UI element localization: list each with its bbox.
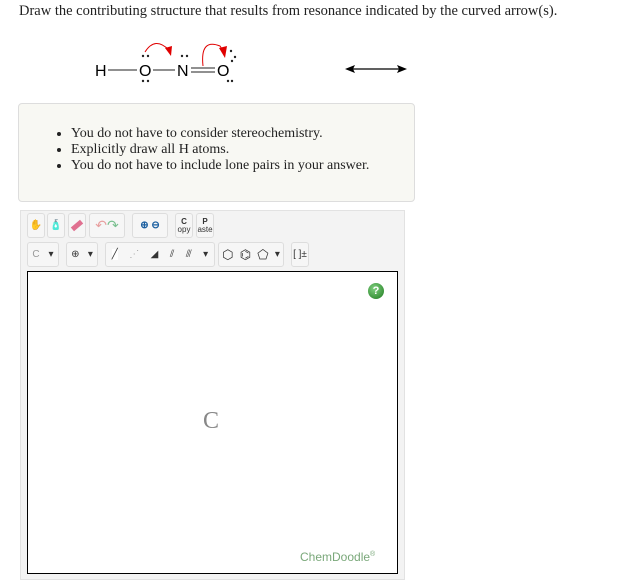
hand-icon: ✋ [29,220,43,231]
chevron-down-icon: ▾ [87,249,93,260]
redo-icon[interactable]: ↷ [107,217,119,234]
single-bond-icon[interactable]: ╱ [111,249,118,260]
dashed-bond-icon[interactable]: ⋰ [129,249,139,260]
charge-selector[interactable]: ⊕ ▾ [66,242,98,267]
copy-button[interactable]: Copy [175,213,193,238]
chevron-down-icon[interactable]: ▾ [203,249,208,260]
question-text: Draw the contributing structure that res… [19,3,558,19]
chevron-down-icon: ▾ [48,249,54,260]
help-icon[interactable]: ? [368,283,384,299]
molecule-structure: H O N O [95,43,237,83]
plus-charge-icon: ⊕ [71,249,80,260]
eraser-button[interactable] [68,213,86,238]
element-selector[interactable]: C ▾ [27,242,59,267]
double-bond-icon[interactable]: ⫽ [170,249,174,260]
cyclohexane-icon[interactable]: ⬡ [222,247,233,263]
atom-o2: O [217,63,229,80]
instruction-item: You do not have to include lone pairs in… [71,158,414,174]
zoom-out-icon[interactable]: ⊖ [151,220,159,231]
resonance-arrow-icon [345,65,407,73]
instructions-box: You do not have to consider stereochemis… [18,103,415,202]
cyclopentane-icon[interactable]: ⬠ [257,247,268,263]
chevron-down-icon[interactable]: ▾ [275,249,280,260]
ring-tools: ⬡ ⌬ ⬠ ▾ [218,242,284,267]
atom-h: H [95,63,107,80]
clear-button[interactable]: 🧴 [47,213,65,238]
zoom-group: ⊕ ⊖ [132,213,168,238]
paste-button[interactable]: Paste [196,213,214,238]
instruction-item: Explicitly draw all H atoms. [71,142,414,158]
undo-icon[interactable]: ↶ [95,217,107,234]
bond-tools: ╱ ⋰ ◢ ⫽ ⫻ ▾ [105,242,215,267]
triple-bond-icon[interactable]: ⫻ [186,249,192,260]
eraser-icon [70,219,84,232]
atom-o1: O [139,63,151,80]
atom-n: N [177,63,189,80]
instruction-item: You do not have to consider stereochemis… [71,126,414,142]
curved-arrow-1 [144,43,170,53]
zoom-in-icon[interactable]: ⊕ [140,220,148,231]
spray-bottle-icon: 🧴 [49,220,63,231]
benzene-icon[interactable]: ⌬ [240,247,251,263]
wedge-bond-icon[interactable]: ◢ [151,249,159,260]
chemdoodle-logo: ChemDoodle® [300,550,376,564]
charge-bracket-button[interactable]: [ ]± [291,242,309,267]
undo-redo-group: ↶ ↷ [89,213,125,238]
canvas-atom-placeholder: C [203,408,220,434]
pan-hand-button[interactable]: ✋ [27,213,45,238]
